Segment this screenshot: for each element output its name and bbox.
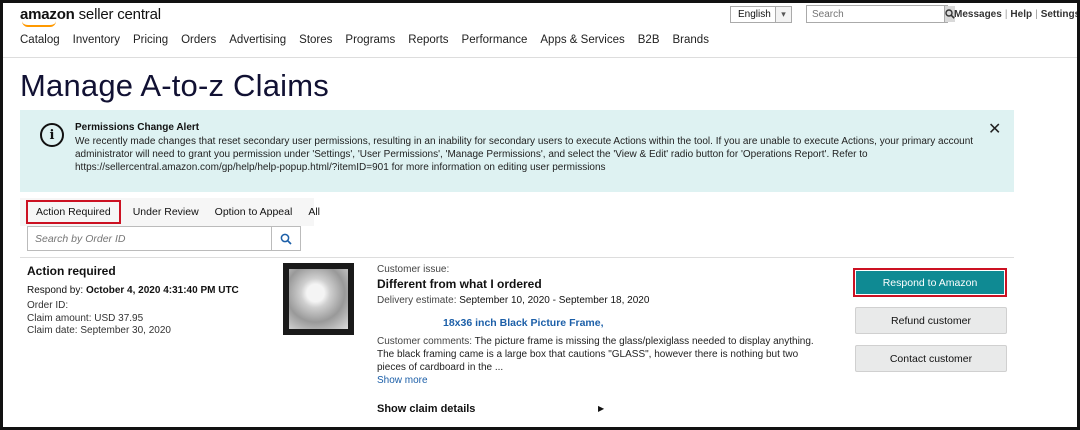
- claim-meta: Order ID: Claim amount: USD 37.95 Claim …: [27, 300, 171, 338]
- tab-option-to-appeal[interactable]: Option to Appeal: [207, 200, 301, 224]
- content-divider: [20, 257, 1014, 258]
- nav-brands[interactable]: Brands: [673, 34, 709, 46]
- nav-advertising[interactable]: Advertising: [229, 34, 286, 46]
- product-thumbnail[interactable]: [283, 263, 354, 335]
- order-id: Order ID:: [27, 300, 69, 311]
- delivery-value: September 10, 2020 - September 18, 2020: [459, 295, 650, 306]
- nav-orders[interactable]: Orders: [181, 34, 216, 46]
- amazon-smile-icon: [22, 21, 56, 27]
- product-image: [289, 269, 348, 329]
- order-search: [27, 226, 301, 251]
- info-icon: i: [40, 123, 64, 147]
- nav-catalog[interactable]: Catalog: [20, 34, 60, 46]
- tab-action-required[interactable]: Action Required: [26, 200, 121, 224]
- alert-title: Permissions Change Alert: [75, 122, 200, 133]
- language-value: English: [738, 9, 771, 20]
- respond-by-value: October 4, 2020 4:31:40 PM UTC: [85, 285, 239, 296]
- permissions-alert: i Permissions Change Alert We recently m…: [20, 110, 1014, 192]
- refund-customer-button[interactable]: Refund customer: [855, 307, 1007, 334]
- tab-under-review[interactable]: Under Review: [125, 200, 207, 224]
- chevron-down-icon: ▾: [775, 7, 791, 22]
- nav-inventory[interactable]: Inventory: [73, 34, 120, 46]
- issue-label: Customer issue:: [377, 264, 450, 275]
- delivery-estimate: Delivery estimate: September 10, 2020 - …: [377, 295, 649, 306]
- customer-issue: Different from what I ordered: [377, 277, 542, 291]
- comments-label: Customer comments:: [377, 336, 473, 347]
- customer-comments: Customer comments: The picture frame is …: [377, 335, 827, 374]
- main-nav: Catalog Inventory Pricing Orders Adverti…: [20, 34, 722, 46]
- help-link[interactable]: Help: [1010, 9, 1032, 20]
- show-more-link[interactable]: Show more: [377, 375, 428, 386]
- order-search-button[interactable]: [271, 227, 300, 250]
- nav-reports[interactable]: Reports: [408, 34, 448, 46]
- show-claim-details[interactable]: Show claim details: [377, 403, 475, 415]
- nav-divider: [3, 57, 1077, 58]
- respond-to-amazon-button[interactable]: Respond to Amazon: [853, 268, 1007, 297]
- global-search-input[interactable]: [807, 6, 944, 22]
- search-icon: [280, 233, 292, 245]
- tab-all[interactable]: All: [300, 200, 328, 224]
- claim-date: Claim date: September 30, 2020: [27, 325, 171, 336]
- nav-apps-services[interactable]: Apps & Services: [540, 34, 624, 46]
- global-search: [806, 5, 955, 23]
- product-link[interactable]: 18x36 inch Black Picture Frame,: [443, 317, 604, 329]
- claim-amount: Claim amount: USD 37.95: [27, 312, 144, 324]
- close-icon[interactable]: ✕: [988, 119, 1001, 139]
- nav-performance[interactable]: Performance: [462, 34, 528, 46]
- settings-link[interactable]: Settings: [1041, 9, 1080, 20]
- contact-customer-button[interactable]: Contact customer: [855, 345, 1007, 372]
- order-id-search-input[interactable]: [28, 227, 271, 250]
- divider: |: [1004, 9, 1008, 20]
- language-select[interactable]: English ▾: [730, 6, 792, 23]
- respond-by: Respond by: October 4, 2020 4:31:40 PM U…: [27, 285, 239, 296]
- messages-link[interactable]: Messages: [954, 9, 1002, 20]
- delivery-label: Delivery estimate:: [377, 295, 457, 306]
- respond-by-label: Respond by:: [27, 285, 84, 296]
- amazon-seller-central-logo[interactable]: amazon seller central: [20, 6, 161, 27]
- nav-programs[interactable]: Programs: [345, 34, 395, 46]
- claim-status: Action required: [27, 264, 116, 278]
- nav-stores[interactable]: Stores: [299, 34, 332, 46]
- nav-pricing[interactable]: Pricing: [133, 34, 168, 46]
- top-links: Messages | Help | Settings: [954, 9, 1080, 20]
- divider: |: [1035, 9, 1038, 20]
- logo-text-light: seller central: [78, 6, 161, 23]
- claim-tabs: Action Required Under Review Option to A…: [20, 198, 320, 226]
- nav-b2b[interactable]: B2B: [638, 34, 660, 46]
- page-title: Manage A-to-z Claims: [20, 68, 329, 103]
- caret-right-icon[interactable]: ▶: [598, 404, 604, 413]
- alert-body: We recently made changes that reset seco…: [75, 136, 974, 173]
